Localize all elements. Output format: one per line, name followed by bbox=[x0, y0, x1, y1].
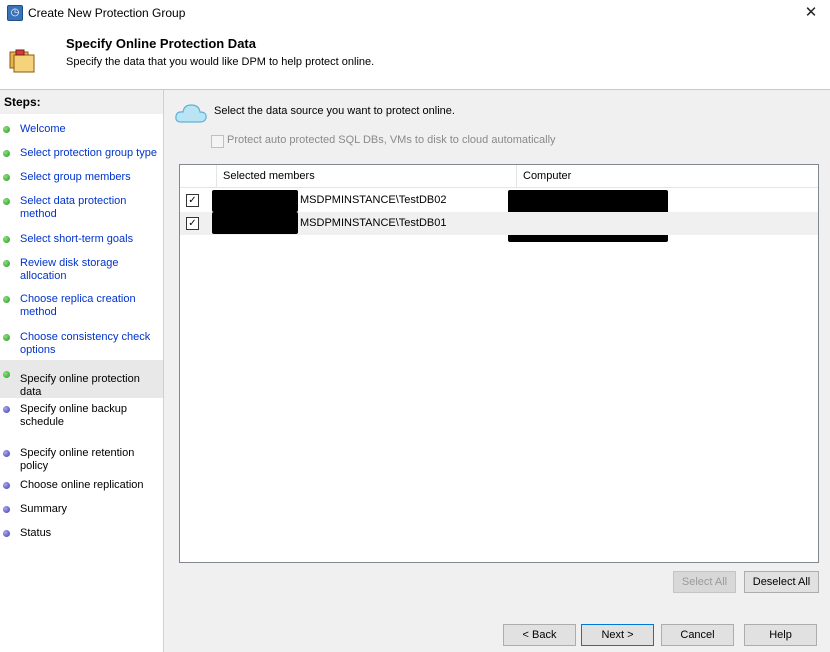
wizard-header: Specify Online Protection Data Specify t… bbox=[0, 28, 830, 88]
pending-step-icon bbox=[3, 406, 10, 413]
member-name: MSDPMINSTANCE\TestDB02 bbox=[300, 194, 447, 206]
step-item: Select data protection method bbox=[0, 192, 163, 230]
deselect-all-button[interactable]: Deselect All bbox=[744, 571, 819, 593]
title-bar: ◷ Create New Protection Group ✕ bbox=[0, 0, 830, 28]
dpm-app-icon: ◷ bbox=[7, 5, 23, 21]
step-item: Welcome bbox=[0, 120, 163, 144]
table-row[interactable]: ✓ MSDPMINSTANCE\TestDB02 bbox=[180, 189, 818, 242]
step-label: Specify online retention policy bbox=[20, 447, 135, 472]
cloud-icon bbox=[175, 104, 207, 123]
step-item: Select protection group type bbox=[0, 144, 163, 168]
close-icon[interactable]: ✕ bbox=[796, 1, 826, 25]
next-button[interactable]: Next > bbox=[581, 624, 654, 646]
cancel-button[interactable]: Cancel bbox=[661, 624, 734, 646]
main-panel: Select the data source you want to prote… bbox=[164, 90, 830, 652]
step-label: Welcome bbox=[20, 123, 66, 135]
step-item: Choose online replication bbox=[0, 476, 163, 500]
step-label: Choose consistency check options bbox=[20, 331, 151, 356]
row-checkbox[interactable]: ✓ bbox=[186, 194, 199, 207]
step-item: Review disk storage allocation bbox=[0, 254, 163, 290]
pending-step-icon bbox=[3, 450, 10, 457]
step-label: Specify online backup schedule bbox=[20, 403, 128, 428]
steps-heading: Steps: bbox=[0, 90, 163, 114]
step-item: Choose replica creation method bbox=[0, 290, 163, 327]
select-all-button[interactable]: Select All bbox=[673, 571, 736, 593]
completed-step-icon bbox=[3, 296, 10, 303]
completed-step-icon bbox=[3, 126, 10, 133]
column-computer[interactable]: Computer bbox=[516, 165, 818, 187]
member-name: MSDPMINSTANCE\TestDB01 bbox=[300, 217, 447, 229]
completed-step-icon bbox=[3, 260, 10, 267]
step-label: Select protection group type bbox=[20, 147, 157, 159]
folder-icon bbox=[9, 49, 35, 73]
pending-step-icon bbox=[3, 530, 10, 537]
pending-step-icon bbox=[3, 506, 10, 513]
back-button[interactable]: < Back bbox=[503, 624, 576, 646]
page-title: Specify Online Protection Data bbox=[66, 36, 256, 51]
page-subtitle: Specify the data that you would like DPM… bbox=[66, 56, 375, 68]
step-label: Select data protection method bbox=[20, 195, 127, 220]
completed-step-icon bbox=[3, 371, 10, 378]
window-title: Create New Protection Group bbox=[28, 6, 186, 20]
instruction-text: Select the data source you want to prote… bbox=[214, 105, 455, 117]
auto-protect-label: Protect auto protected SQL DBs, VMs to d… bbox=[227, 134, 556, 146]
redacted-block bbox=[212, 190, 298, 212]
members-grid: Selected members Computer ✓ MSDPMINSTANC… bbox=[179, 164, 819, 563]
step-label: Choose replica creation method bbox=[20, 293, 136, 318]
step-label: Specify online protection data bbox=[20, 373, 140, 398]
step-item: Select group members bbox=[0, 168, 163, 192]
step-item: Specify online backup schedule bbox=[0, 400, 163, 444]
steps-panel: Steps: Welcome Select protection group ty… bbox=[0, 90, 164, 652]
completed-step-icon bbox=[3, 150, 10, 157]
completed-step-icon bbox=[3, 236, 10, 243]
step-label: Select group members bbox=[20, 171, 131, 183]
step-label: Review disk storage allocation bbox=[20, 257, 119, 282]
step-item: Specify online protection data bbox=[0, 360, 163, 398]
completed-step-icon bbox=[3, 174, 10, 181]
step-item: Select short-term goals bbox=[0, 230, 163, 254]
redacted-block bbox=[212, 212, 298, 234]
grid-header: Selected members Computer bbox=[180, 165, 818, 188]
step-item: Specify online retention policy bbox=[0, 444, 163, 476]
table-row[interactable]: ✓ MSDPMINSTANCE\TestDB01 bbox=[180, 212, 818, 235]
step-label: Status bbox=[20, 527, 52, 539]
completed-step-icon bbox=[3, 198, 10, 205]
completed-step-icon bbox=[3, 334, 10, 341]
help-button[interactable]: Help bbox=[744, 624, 817, 646]
column-selected-members[interactable]: Selected members bbox=[216, 165, 516, 187]
step-label: Select short-term goals bbox=[20, 233, 134, 245]
step-item: Status bbox=[0, 524, 163, 548]
step-label: Choose online replication bbox=[20, 479, 144, 491]
pending-step-icon bbox=[3, 482, 10, 489]
step-item: Summary bbox=[0, 500, 163, 524]
step-label: Summary bbox=[20, 503, 68, 515]
row-checkbox[interactable]: ✓ bbox=[186, 217, 199, 230]
auto-protect-checkbox[interactable] bbox=[211, 135, 224, 148]
